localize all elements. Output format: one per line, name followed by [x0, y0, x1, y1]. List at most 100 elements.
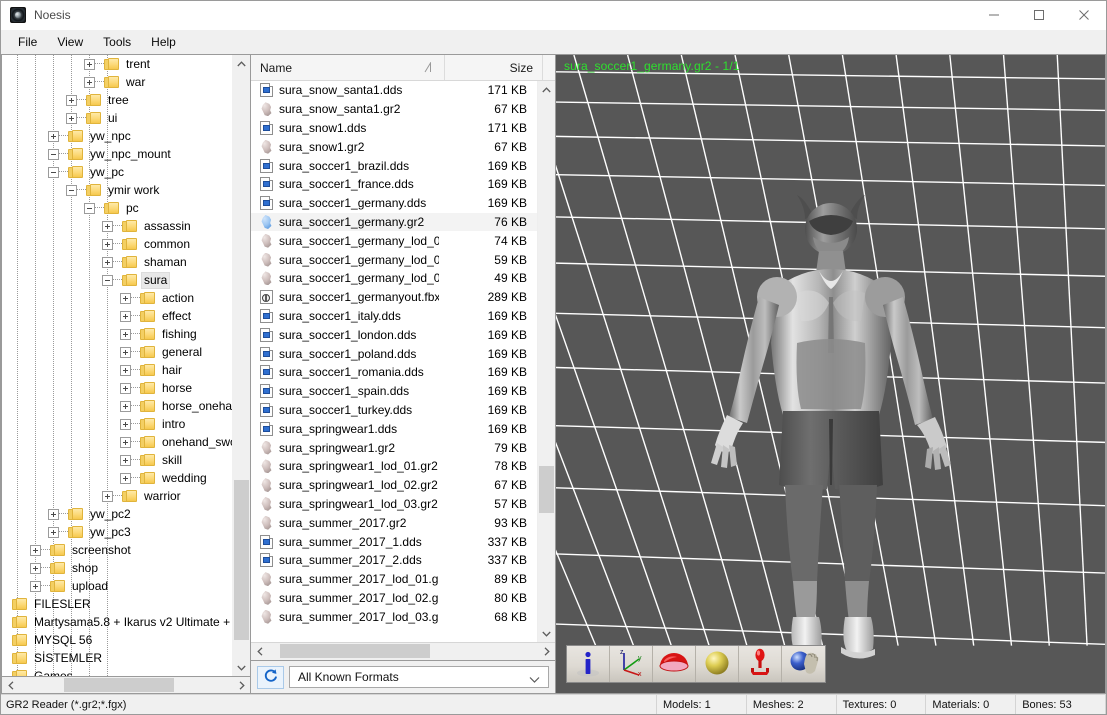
tree-expand-icon[interactable] [30, 581, 41, 592]
table-row[interactable]: sura_soccer1_germany.dds169 KB [251, 194, 537, 213]
tree-collapse-icon[interactable] [102, 275, 113, 286]
tree-expand-icon[interactable] [48, 509, 59, 520]
list-hscrollbar-thumb[interactable] [280, 644, 430, 658]
tree-node[interactable]: yw_npc_mount [2, 145, 232, 163]
tree-expand-icon[interactable] [120, 293, 131, 304]
table-row[interactable]: sura_soccer1_london.dds169 KB [251, 325, 537, 344]
tree-expand-icon[interactable] [84, 77, 95, 88]
tree-node[interactable]: assassin [2, 217, 232, 235]
tree-expand-icon[interactable] [30, 545, 41, 556]
tree-scrollbar-thumb[interactable] [234, 480, 249, 640]
refresh-button[interactable] [257, 666, 284, 689]
tree-node[interactable]: shaman [2, 253, 232, 271]
sphere-preview-button[interactable] [696, 646, 739, 682]
tree-collapse-icon[interactable] [48, 167, 59, 178]
table-row[interactable]: sura_soccer1_germany.gr276 KB [251, 213, 537, 232]
list-vertical-scrollbar[interactable] [537, 81, 555, 642]
tree-node[interactable]: trent [2, 55, 232, 73]
menu-file[interactable]: File [8, 32, 47, 52]
tree-node[interactable]: effect [2, 307, 232, 325]
tree-expand-icon[interactable] [66, 113, 77, 124]
format-filter-combobox[interactable]: All Known Formats [289, 666, 549, 688]
tree-hscroll-track[interactable] [19, 677, 233, 694]
tree-expand-icon[interactable] [84, 59, 95, 70]
tree-node[interactable]: yw_npc [2, 127, 232, 145]
tree-node[interactable]: SİSTEMLER [2, 649, 232, 667]
tree-horizontal-scrollbar[interactable] [1, 677, 250, 694]
table-row[interactable]: sura_springwear1.dds169 KB [251, 419, 537, 438]
model-viewport[interactable]: sura_soccer1_germany.gr2 - 1/1 [556, 55, 1105, 693]
model-info-button[interactable] [567, 646, 610, 682]
tree-node[interactable]: sura [2, 271, 232, 289]
column-header-size[interactable]: Size [445, 55, 543, 80]
table-row[interactable]: sura_springwear1.gr279 KB [251, 438, 537, 457]
list-scroll-right-button[interactable] [538, 643, 555, 660]
tree-expand-icon[interactable] [120, 419, 131, 430]
tree-node[interactable]: wedding [2, 469, 232, 487]
tree-expand-icon[interactable] [30, 563, 41, 574]
column-header-name[interactable]: Name [251, 55, 445, 80]
table-row[interactable]: sura_soccer1_germanyout.fbx289 KB [251, 288, 537, 307]
tree-node[interactable]: upload [2, 577, 232, 595]
material-dome-button[interactable] [653, 646, 696, 682]
animation-button[interactable] [782, 646, 825, 682]
table-row[interactable]: sura_soccer1_france.dds169 KB [251, 175, 537, 194]
table-row[interactable]: sura_snow_santa1.dds171 KB [251, 81, 537, 100]
table-row[interactable]: sura_soccer1_germany_lod_02....59 KB [251, 250, 537, 269]
tree-collapse-icon[interactable] [66, 185, 77, 196]
tree-node[interactable]: ymir work [2, 181, 232, 199]
table-row[interactable]: sura_soccer1_spain.dds169 KB [251, 382, 537, 401]
tree-node[interactable]: skill [2, 451, 232, 469]
tree-expand-icon[interactable] [120, 347, 131, 358]
table-row[interactable]: sura_springwear1_lod_01.gr278 KB [251, 457, 537, 476]
tree-node[interactable]: pc [2, 199, 232, 217]
tree-expand-icon[interactable] [102, 257, 113, 268]
tree-expand-icon[interactable] [102, 491, 113, 502]
tree-node[interactable]: Games [2, 667, 232, 676]
tree-scroll-left-button[interactable] [2, 677, 19, 694]
close-button[interactable] [1061, 1, 1106, 29]
list-horizontal-scrollbar[interactable] [251, 642, 555, 660]
list-scroll-down-button[interactable] [538, 625, 555, 642]
table-row[interactable]: sura_soccer1_poland.dds169 KB [251, 344, 537, 363]
table-row[interactable]: sura_soccer1_romania.dds169 KB [251, 363, 537, 382]
table-row[interactable]: sura_snow1.gr267 KB [251, 137, 537, 156]
tree-node[interactable]: MYSQL 56 [2, 631, 232, 649]
folder-tree[interactable]: trentwartreeuiyw_npcyw_npc_mountyw_pcymi… [2, 55, 232, 676]
tree-node[interactable]: onehand_sword [2, 433, 232, 451]
tree-scroll-up-button[interactable] [233, 55, 250, 72]
tree-expand-icon[interactable] [120, 311, 131, 322]
tree-node[interactable]: warrior [2, 487, 232, 505]
tree-node[interactable]: intro [2, 415, 232, 433]
list-hscroll-track[interactable] [268, 643, 538, 660]
tree-expand-icon[interactable] [120, 365, 131, 376]
tree-node[interactable]: tree [2, 91, 232, 109]
table-row[interactable]: sura_soccer1_germany_lod_01....74 KB [251, 231, 537, 250]
tree-node[interactable]: Martysama5.8 + Ikarus v2 Ultimate + Mul [2, 613, 232, 631]
tree-node[interactable]: yw_pc [2, 163, 232, 181]
tree-node[interactable]: general [2, 343, 232, 361]
tree-expand-icon[interactable] [120, 401, 131, 412]
tree-expand-icon[interactable] [102, 239, 113, 250]
menu-tools[interactable]: Tools [93, 32, 141, 52]
table-row[interactable]: sura_soccer1_italy.dds169 KB [251, 307, 537, 326]
tree-vertical-scrollbar[interactable] [232, 55, 250, 676]
table-row[interactable]: sura_springwear1_lod_02.gr267 KB [251, 476, 537, 495]
maximize-button[interactable] [1016, 1, 1061, 29]
tree-collapse-icon[interactable] [84, 203, 95, 214]
tree-node[interactable]: yw_pc2 [2, 505, 232, 523]
table-row[interactable]: sura_summer_2017.gr293 KB [251, 513, 537, 532]
file-rows[interactable]: sura_snow_santa1.dds171 KBsura_snow_sant… [251, 81, 537, 642]
table-row[interactable]: sura_summer_2017_1.dds337 KB [251, 532, 537, 551]
tree-expand-icon[interactable] [102, 221, 113, 232]
lighting-button[interactable] [739, 646, 782, 682]
table-row[interactable]: sura_springwear1_lod_03.gr257 KB [251, 495, 537, 514]
tree-node[interactable]: horse [2, 379, 232, 397]
list-scrollbar-thumb[interactable] [539, 466, 554, 513]
table-row[interactable]: sura_soccer1_germany_lod_03....49 KB [251, 269, 537, 288]
minimize-button[interactable] [971, 1, 1016, 29]
table-row[interactable]: sura_summer_2017_lod_01.gr289 KB [251, 570, 537, 589]
tree-scroll-right-button[interactable] [233, 677, 250, 694]
tree-node[interactable]: FILESLER [2, 595, 232, 613]
list-scroll-left-button[interactable] [251, 643, 268, 660]
